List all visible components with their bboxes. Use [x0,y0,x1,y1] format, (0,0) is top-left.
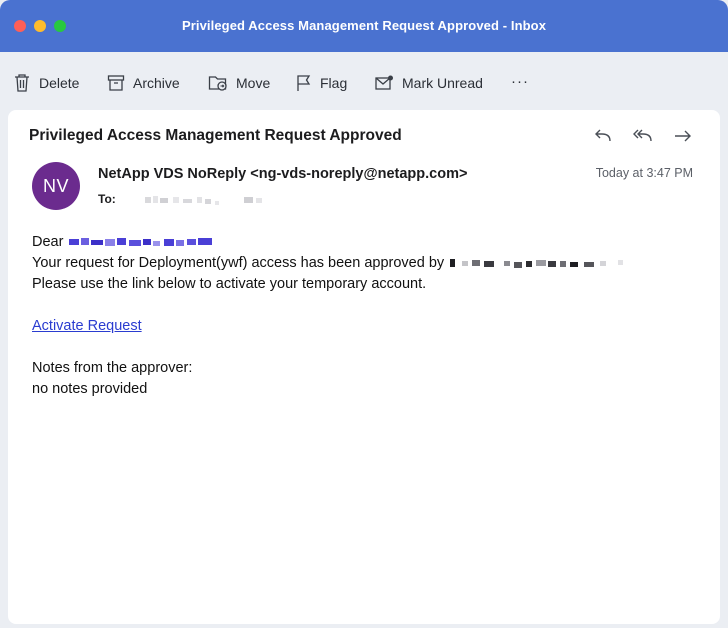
redacted-approver-name [450,259,624,269]
reply-all-icon[interactable] [632,126,654,146]
archive-button[interactable]: Archive [107,72,180,94]
trash-icon [15,74,29,92]
to-label: To: [98,192,116,206]
envelope-unread-icon [375,75,393,90]
mark-unread-label: Mark Unread [402,75,483,91]
message-subject: Privileged Access Management Request App… [29,127,402,144]
flag-label: Flag [320,75,348,91]
sender-avatar: NV [32,162,80,210]
activate-request-link[interactable]: Activate Request [32,318,142,334]
forward-icon[interactable] [672,126,694,146]
title-bar: Privileged Access Management Request App… [0,0,728,52]
message-timestamp: Today at 3:47 PM [595,166,693,180]
flag-button[interactable]: Flag [296,72,347,94]
ellipsis-icon: ··· [511,72,529,90]
archive-icon [107,75,125,91]
greeting-line: Dear [32,234,215,250]
approval-text: Your request for Deployment(ywf) access … [32,255,445,271]
folder-move-icon [208,76,227,91]
mark-unread-button[interactable]: Mark Unread [375,72,483,94]
archive-label: Archive [133,75,180,91]
approval-line: Your request for Deployment(ywf) access … [32,255,630,271]
instruction-line: Please use the link below to activate yo… [32,276,427,292]
notes-label: Notes from the approver: [32,360,193,376]
toolbar: Delete Archive Move Flag Mark Unread ··· [0,52,728,110]
greeting-text: Dear [32,234,64,250]
flag-icon [297,75,311,91]
more-actions-button[interactable]: ··· [511,70,529,92]
sender-address[interactable]: NetApp VDS NoReply <ng-vds-noreply@netap… [98,166,467,182]
reply-icon[interactable] [592,126,614,146]
mail-window: Privileged Access Management Request App… [0,0,728,628]
notes-value: no notes provided [32,381,148,397]
redacted-recipient-name [69,238,213,247]
move-button[interactable]: Move [208,72,270,94]
avatar-initials: NV [42,175,69,196]
activate-line: Activate Request [32,318,142,334]
move-label: Move [236,75,271,91]
window-title: Privileged Access Management Request App… [181,18,547,33]
delete-label: Delete [39,75,80,91]
delete-button[interactable]: Delete [13,72,79,94]
message-pane: Privileged Access Management Request App… [8,110,720,624]
redacted-recipient [145,196,262,205]
